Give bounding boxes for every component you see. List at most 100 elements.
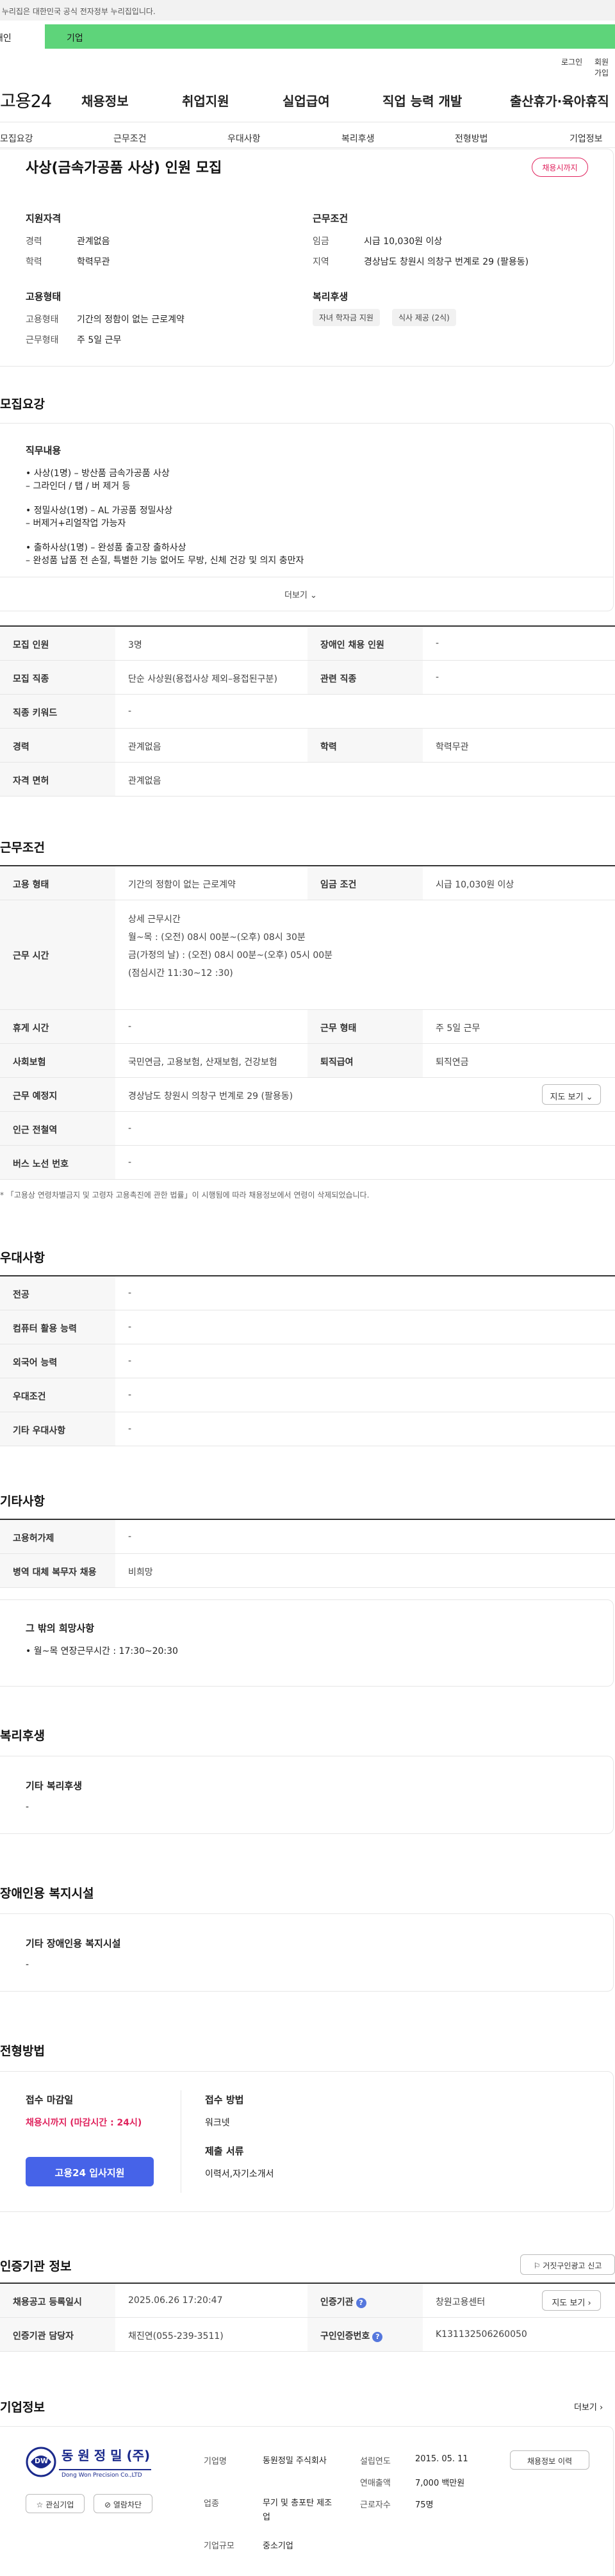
company-name-label: 기업명	[204, 2457, 227, 2466]
status-badge: 채용시까지	[532, 158, 588, 177]
th-keyword: 직종 키워드	[0, 695, 115, 728]
gnb-vocational-training[interactable]: 직업 능력 개발	[382, 91, 462, 110]
selection-card	[0, 2071, 614, 2212]
gnb-unemployment-benefit[interactable]: 실업급여	[283, 91, 330, 110]
subnav-welfare[interactable]: 복리후생	[341, 132, 375, 145]
duty-line-6: – 완성품 납품 전 손질, 특별한 기능 없어도 무방, 신체 건강 및 의지…	[26, 556, 304, 566]
subnav-selection[interactable]: 전형방법	[455, 132, 488, 145]
td-rest: -	[128, 1021, 132, 1032]
td-reg-date: 2025.06.26 17:20:47	[128, 2295, 223, 2306]
etc-extra-card	[0, 1599, 614, 1687]
gnb-employment-support[interactable]: 취업지원	[182, 91, 229, 110]
th-retirement: 퇴직급여	[308, 1044, 423, 1077]
tab-personal[interactable]: 개인	[0, 24, 45, 49]
td-language: -	[128, 1356, 132, 1366]
industry-value: 무기 및 총포탄 제조업	[263, 2498, 332, 2522]
employment-heading: 고용형태	[26, 291, 62, 302]
th-pref-condition: 우대조건	[0, 1378, 115, 1412]
selection-heading: 전형방법	[0, 2044, 45, 2058]
emp-type-label: 고용형태	[26, 315, 59, 325]
docs-label: 제출 서류	[205, 2145, 244, 2157]
td-keyword: -	[128, 706, 132, 716]
deadline-label: 접수 마감일	[26, 2094, 74, 2106]
wage-value: 시급 10,030원 이상	[364, 236, 443, 247]
founded-value: 2015. 05. 11	[415, 2454, 468, 2464]
th-staff: 인증기관 담당자	[0, 2318, 115, 2351]
th-military: 병역 대체 복무자 채용	[0, 1554, 115, 1587]
th-subway: 인근 전철역	[0, 1112, 115, 1145]
th-license: 자격 면허	[0, 763, 115, 796]
company-more-link[interactable]: 더보기 ›	[574, 2400, 603, 2413]
td-pref-etc: -	[128, 1424, 132, 1434]
td-pref-condition: -	[128, 1390, 132, 1400]
deadline-value: 채용시까지 (마감시간 : 24시)	[26, 2118, 142, 2128]
region-value: 경상남도 창원시 의창구 번계로 29 (팔용동)	[364, 257, 529, 267]
duty-line-1: • 사상(1명) – 방산품 금속가공품 사상	[26, 468, 170, 479]
subnav-pref[interactable]: 우대사항	[227, 132, 261, 145]
welfare-sub: 기타 복리후생	[26, 1780, 83, 1792]
td-subway: -	[128, 1123, 132, 1134]
subnav-divider	[0, 147, 615, 148]
subnav-recruit[interactable]: 모집요강	[0, 132, 33, 145]
docs-value: 이력서,자기소개서	[205, 2169, 274, 2179]
disabled-value: -	[26, 1960, 29, 1970]
duty-line-4: – 버제거+리얼작업 가능자	[26, 518, 126, 529]
hours-line-2: 월~목 : (오전) 08시 00분~(오후) 08시 30분	[128, 932, 306, 943]
siren-icon: ⚐	[533, 2261, 541, 2270]
th-language: 외국어 능력	[0, 1344, 115, 1378]
th-wage: 임금 조건	[308, 866, 423, 900]
signup-link[interactable]: 회원가입	[594, 56, 615, 78]
th-insurance: 사회보험	[0, 1044, 115, 1077]
td-work-form: 주 5일 근무	[436, 1023, 480, 1034]
edu-value: 학력무관	[77, 257, 110, 267]
etc-extra-heading: 그 밖의 희망사항	[26, 1622, 95, 1634]
map-button[interactable]: 지도 보기 ⌄	[542, 1084, 601, 1105]
td-bus: -	[128, 1157, 132, 1168]
td-computer: -	[128, 1322, 132, 1332]
help-icon[interactable]: ?	[372, 2332, 383, 2342]
th-reg-date: 채용공고 등록일시	[0, 2284, 115, 2317]
subnav-work[interactable]: 근무조건	[113, 132, 147, 145]
help-icon[interactable]: ?	[356, 2298, 366, 2308]
sales-value: 7,000 백만원	[415, 2479, 465, 2488]
td-career: 관계없음	[128, 742, 161, 752]
subnav-company[interactable]: 기업정보	[570, 132, 603, 145]
company-size-value: 중소기업	[263, 2541, 293, 2551]
hours-line-1: 상세 근무시간	[128, 914, 181, 925]
login-link[interactable]: 로그인	[561, 56, 582, 67]
chevron-down-icon: ⌄	[310, 591, 317, 600]
wage-label: 임금	[313, 236, 329, 247]
duty-line-2: – 그라인더 / 탭 / 버 제거 등	[26, 481, 131, 491]
th-emp-type: 고용 형태	[0, 866, 115, 900]
td-job-type: 단순 사상원(용접사상 제외–용접된구분)	[128, 674, 277, 684]
report-fake-ad-button[interactable]: ⚐ 거짓구인광고 신고	[520, 2254, 615, 2275]
welfare-value: -	[26, 1802, 29, 1812]
etc-extra-value: • 월~목 연장근무시간 : 17:30~20:30	[26, 1646, 178, 1656]
job-history-button[interactable]: 채용정보 이력	[510, 2450, 589, 2470]
tab-company[interactable]: 기업	[45, 24, 615, 49]
td-recruit-count: 3명	[128, 640, 142, 650]
gnb-parental-leave[interactable]: 출산휴가·육아휴직	[510, 91, 609, 110]
sales-label: 연매출액	[360, 2479, 391, 2488]
row-line	[0, 1179, 615, 1180]
pref-heading: 우대사항	[0, 1251, 45, 1265]
welfare-summary-heading: 복리후생	[313, 291, 348, 302]
duty-more-button[interactable]: 더보기 ⌄	[284, 588, 317, 600]
td-education: 학력무관	[436, 742, 469, 752]
age-law-note: * 「고용상 연령차별금지 및 고령자 고용촉진에 관한 법률」이 시행됨에 따…	[0, 1191, 370, 1200]
row-line	[0, 1587, 615, 1588]
block-icon: ⊘	[104, 2500, 111, 2509]
gov-banner: 이 누리집은 대한민국 공식 전자정부 누리집입니다.	[0, 0, 615, 21]
company-logo-text: 동 원 정 밀 (주)	[62, 2448, 151, 2463]
td-license: 관계없음	[128, 776, 161, 786]
block-view-button[interactable]: ⊘ 열람차단	[94, 2494, 152, 2513]
site-logo[interactable]: 고용24	[0, 87, 52, 112]
th-recruit-count: 모집 인원	[0, 627, 115, 660]
favorite-company-button[interactable]: ☆ 관심기업	[26, 2494, 85, 2513]
td-emp-type: 기간의 정함이 없는 근로계약	[128, 880, 236, 890]
gnb-jobs[interactable]: 채용정보	[81, 91, 129, 110]
th-pref-etc: 기타 우대사항	[0, 1412, 115, 1446]
agency-map-button[interactable]: 지도 보기 ›	[542, 2290, 601, 2311]
apply-button[interactable]: 고용24 입사지원	[26, 2157, 154, 2186]
company-logo-subtext: Dong Won Precision Co.,LTD	[62, 2472, 142, 2479]
